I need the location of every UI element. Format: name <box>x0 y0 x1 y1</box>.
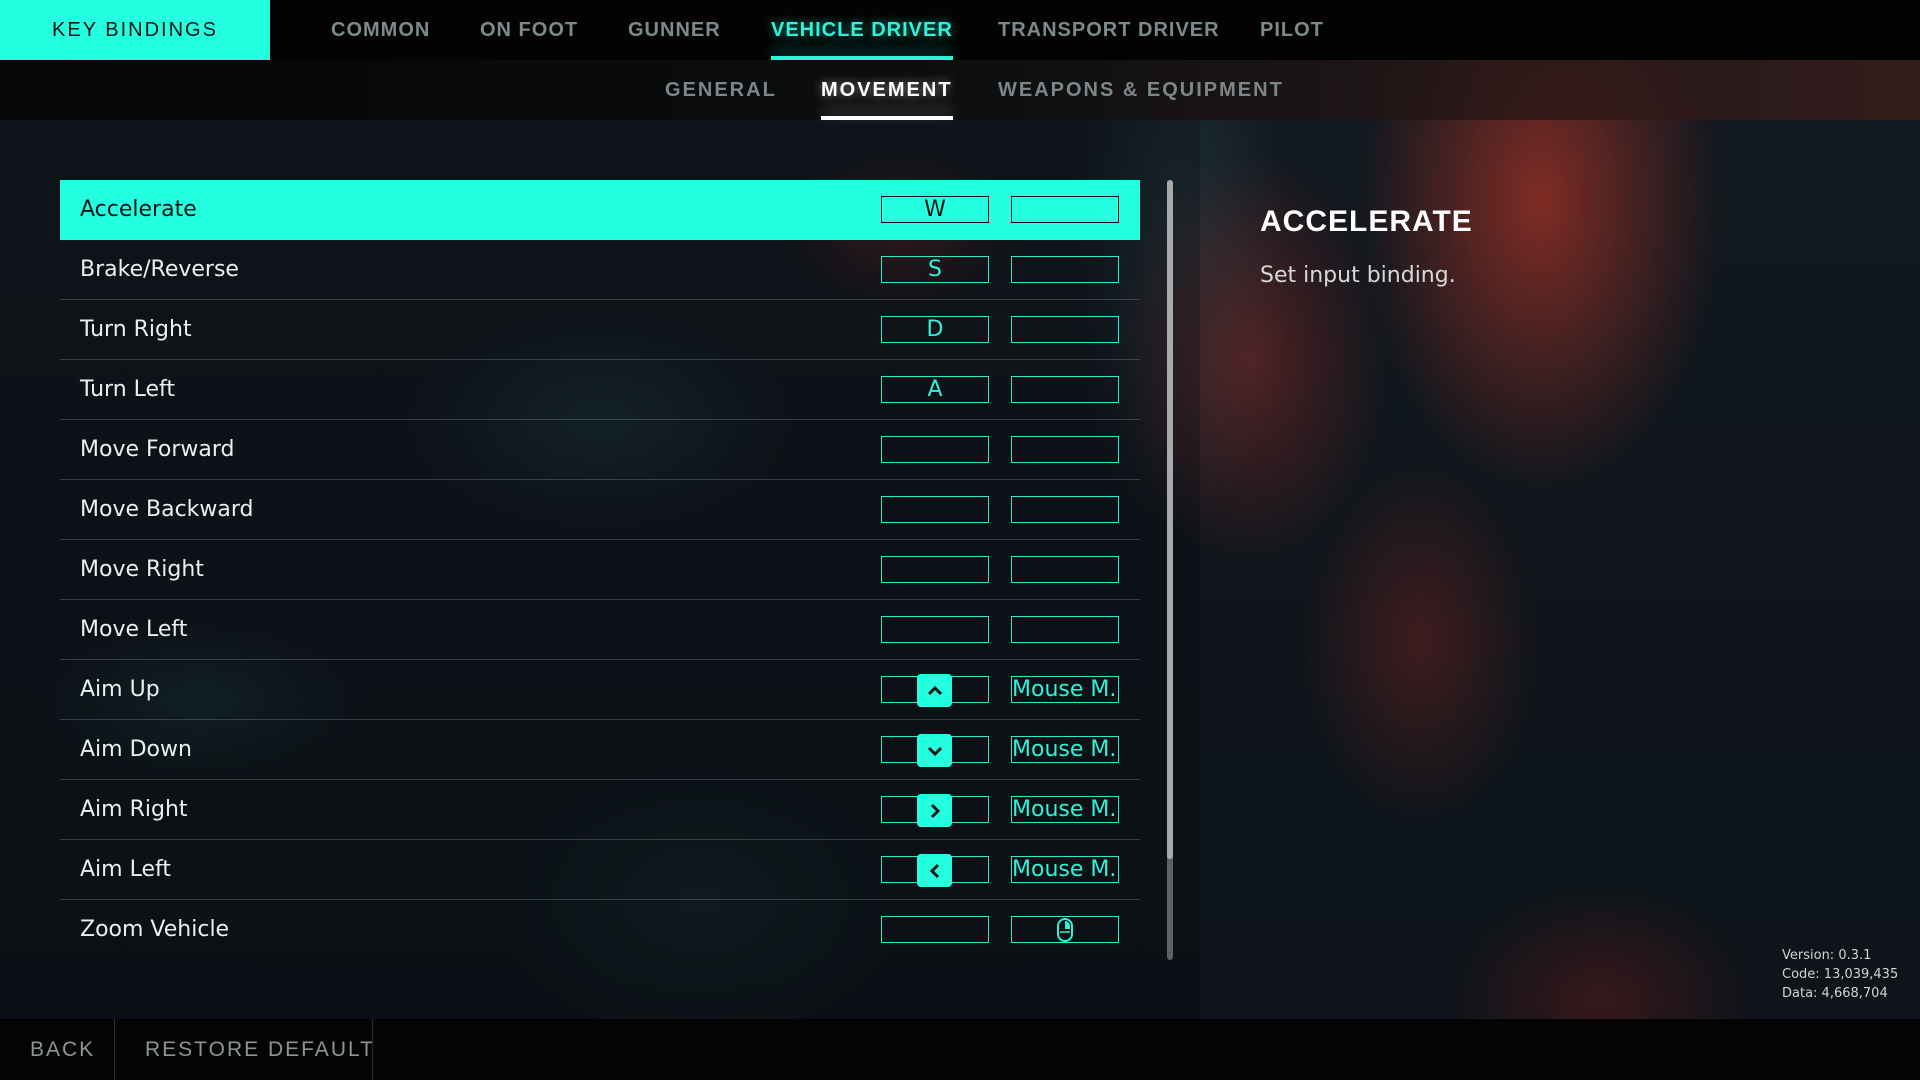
section-title: KEY BINDINGS <box>52 18 218 41</box>
secondary-binding[interactable] <box>1011 916 1119 943</box>
binding-row-move-forward[interactable]: Move Forward <box>60 420 1140 480</box>
secondary-binding[interactable]: Mouse M... <box>1011 796 1119 823</box>
action-label: Move Backward <box>80 497 254 522</box>
action-label: Move Left <box>80 617 188 642</box>
tab-common[interactable]: COMMON <box>331 0 430 60</box>
primary-binding[interactable] <box>881 436 989 463</box>
back-button[interactable]: BACK <box>30 1019 95 1080</box>
primary-binding[interactable]: W <box>881 196 989 223</box>
detail-panel <box>1200 120 1920 1019</box>
binding-row-aim-right[interactable]: Aim Right Mouse M... <box>60 780 1140 840</box>
data-text: Data: 4,668,704 <box>1782 986 1888 1001</box>
secondary-binding[interactable] <box>1011 496 1119 523</box>
action-label: Aim Right <box>80 797 188 822</box>
version-info: Version: 0.3.1 Code: 13,039,435 Data: 4,… <box>1782 946 1898 1003</box>
primary-binding[interactable]: A <box>881 376 989 403</box>
detail-title: ACCELERATE <box>1260 205 1473 238</box>
tab-label: VEHICLE DRIVER <box>771 18 953 41</box>
restore-default-button[interactable]: RESTORE DEFAULT <box>145 1019 375 1080</box>
binding-row-move-right[interactable]: Move Right <box>60 540 1140 600</box>
binding-row-aim-left[interactable]: Aim Left Mouse M... <box>60 840 1140 900</box>
primary-binding[interactable]: S <box>881 256 989 283</box>
secondary-binding[interactable]: Mouse M... <box>1011 736 1119 763</box>
subtab-label: MOVEMENT <box>821 78 953 101</box>
subtab-movement[interactable]: MOVEMENT <box>821 60 953 120</box>
tab-label: TRANSPORT DRIVER <box>998 18 1220 41</box>
subtab-general[interactable]: GENERAL <box>665 60 777 120</box>
code-text: Code: 13,039,435 <box>1782 967 1899 982</box>
binding-row-turn-right[interactable]: Turn Right D <box>60 300 1140 360</box>
tab-label: ON FOOT <box>480 18 579 41</box>
tab-label: GUNNER <box>628 18 721 41</box>
tab-gunner[interactable]: GUNNER <box>628 0 721 60</box>
version-text: Version: 0.3.1 <box>1782 948 1872 963</box>
binding-row-move-left[interactable]: Move Left <box>60 600 1140 660</box>
secondary-binding[interactable] <box>1011 316 1119 343</box>
action-label: Move Forward <box>80 437 235 462</box>
subtab-label: GENERAL <box>665 78 777 101</box>
binding-row-move-backward[interactable]: Move Backward <box>60 480 1140 540</box>
divider <box>372 1019 373 1080</box>
action-label: Aim Up <box>80 677 160 702</box>
arrow-right-key-icon <box>917 794 952 827</box>
primary-binding[interactable] <box>881 496 989 523</box>
tab-pilot[interactable]: PILOT <box>1260 0 1324 60</box>
arrow-up-key-icon <box>917 674 952 707</box>
tab-vehicle-driver[interactable]: VEHICLE DRIVER <box>771 0 953 60</box>
secondary-binding[interactable]: Mouse M... <box>1011 676 1119 703</box>
arrow-down-key-icon <box>917 734 952 767</box>
primary-binding[interactable] <box>881 916 989 943</box>
secondary-binding[interactable] <box>1011 376 1119 403</box>
bindings-list: Accelerate W Brake/Reverse S Turn Right … <box>60 180 1140 959</box>
mouse-right-button-icon <box>1057 918 1073 942</box>
sub-nav: GENERAL MOVEMENT WEAPONS & EQUIPMENT <box>0 60 1920 120</box>
scrollbar-thumb[interactable] <box>1167 180 1173 859</box>
binding-row-aim-down[interactable]: Aim Down Mouse M... <box>60 720 1140 780</box>
primary-binding[interactable] <box>881 616 989 643</box>
top-nav: KEY BINDINGS COMMON ON FOOT GUNNER VEHIC… <box>0 0 1920 60</box>
subtab-weapons-equipment[interactable]: WEAPONS & EQUIPMENT <box>998 60 1284 120</box>
secondary-binding[interactable] <box>1011 436 1119 463</box>
binding-row-aim-up[interactable]: Aim Up Mouse M... <box>60 660 1140 720</box>
tab-label: PILOT <box>1260 18 1324 41</box>
binding-row-zoom-vehicle[interactable]: Zoom Vehicle <box>60 900 1140 959</box>
subtab-label: WEAPONS & EQUIPMENT <box>998 78 1284 101</box>
primary-binding[interactable]: D <box>881 316 989 343</box>
action-label: Accelerate <box>80 197 197 222</box>
action-label: Move Right <box>80 557 204 582</box>
secondary-binding[interactable] <box>1011 196 1119 223</box>
key-bindings-header: KEY BINDINGS <box>0 0 270 60</box>
active-subtab-underline <box>821 116 953 120</box>
action-label: Aim Down <box>80 737 192 762</box>
action-label: Aim Left <box>80 857 171 882</box>
secondary-binding[interactable] <box>1011 556 1119 583</box>
action-label: Turn Right <box>80 317 192 342</box>
secondary-binding[interactable] <box>1011 616 1119 643</box>
secondary-binding[interactable]: Mouse M... <box>1011 856 1119 883</box>
tab-label: COMMON <box>331 18 431 41</box>
scrollbar-track[interactable] <box>1167 180 1173 960</box>
back-label: BACK <box>30 1037 96 1061</box>
primary-binding[interactable] <box>881 556 989 583</box>
divider <box>114 1019 115 1080</box>
tab-on-foot[interactable]: ON FOOT <box>480 0 578 60</box>
restore-default-label: RESTORE DEFAULT <box>145 1037 375 1061</box>
action-label: Turn Left <box>80 377 176 402</box>
action-label: Brake/Reverse <box>80 257 239 282</box>
binding-row-accelerate[interactable]: Accelerate W <box>60 180 1140 240</box>
tab-transport-driver[interactable]: TRANSPORT DRIVER <box>998 0 1220 60</box>
secondary-binding[interactable] <box>1011 256 1119 283</box>
bottom-bar: BACK RESTORE DEFAULT <box>0 1019 1920 1080</box>
arrow-left-key-icon <box>917 854 952 887</box>
action-label: Zoom Vehicle <box>80 917 230 942</box>
binding-row-turn-left[interactable]: Turn Left A <box>60 360 1140 420</box>
binding-row-brake-reverse[interactable]: Brake/Reverse S <box>60 240 1140 300</box>
detail-description: Set input binding. <box>1260 263 1456 288</box>
